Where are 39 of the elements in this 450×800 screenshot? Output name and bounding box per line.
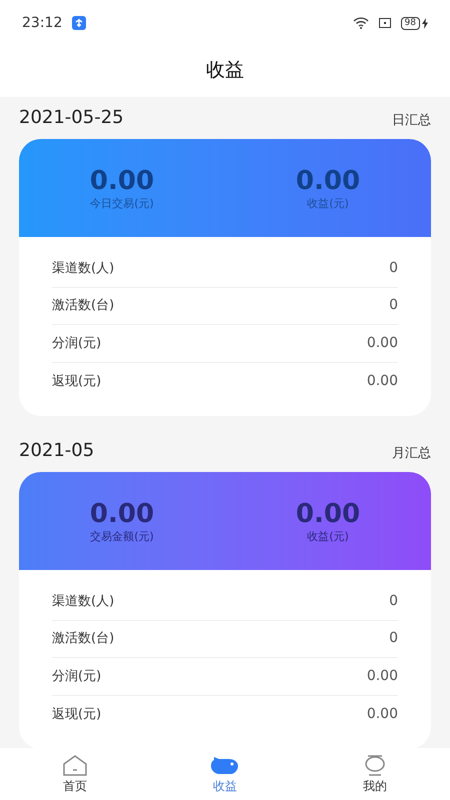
row-value: 0	[389, 592, 398, 611]
sim-icon	[378, 18, 391, 28]
row-value: 0.00	[366, 704, 398, 724]
stat-label: 收益(元)	[307, 196, 349, 212]
app-notification-icon	[72, 16, 86, 30]
charging-icon	[422, 18, 428, 28]
row-value: 0.00	[366, 372, 398, 391]
battery-level: 98	[400, 16, 420, 30]
stat-value: 0.00	[296, 166, 360, 196]
tab-bar-item[interactable]: 首页	[0, 748, 150, 800]
row-value: 0	[389, 258, 398, 278]
row-value: 0	[389, 296, 398, 316]
page-title: 收益	[206, 58, 244, 83]
row-value: 0.00	[366, 666, 398, 686]
stat-value: 0.00	[90, 166, 154, 196]
stat-label: 今日交易(元)	[90, 196, 154, 212]
status-time: 23:12	[22, 14, 62, 32]
section-date: 2021-05	[19, 439, 94, 463]
summary-label: 月汇总	[392, 444, 431, 462]
row-label: 返现(元)	[52, 372, 102, 390]
row-label: 渠道数(人)	[52, 592, 114, 610]
stat-value: 0.00	[90, 498, 154, 529]
row-label: 激活数(台)	[52, 630, 114, 648]
stat-value: 0.00	[296, 498, 360, 529]
section-date: 2021-05-25	[19, 106, 124, 130]
tab-bar-item[interactable]: 收益	[150, 748, 300, 800]
row-label: 激活数(台)	[52, 297, 114, 315]
row-label: 分润(元)	[52, 334, 102, 352]
wifi-icon	[352, 17, 369, 29]
summary-label: 日汇总	[392, 112, 431, 130]
stat-label: 收益(元)	[307, 528, 349, 545]
row-label: 渠道数(人)	[52, 260, 114, 278]
tab-bar-item[interactable]: 我的	[300, 748, 450, 800]
home-icon	[62, 754, 88, 776]
row-label: 返现(元)	[52, 706, 102, 724]
row-value: 0	[389, 629, 398, 648]
stat-label: 交易金额(元)	[90, 528, 154, 545]
row-label: 分润(元)	[52, 668, 102, 686]
row-value: 0.00	[366, 334, 398, 353]
